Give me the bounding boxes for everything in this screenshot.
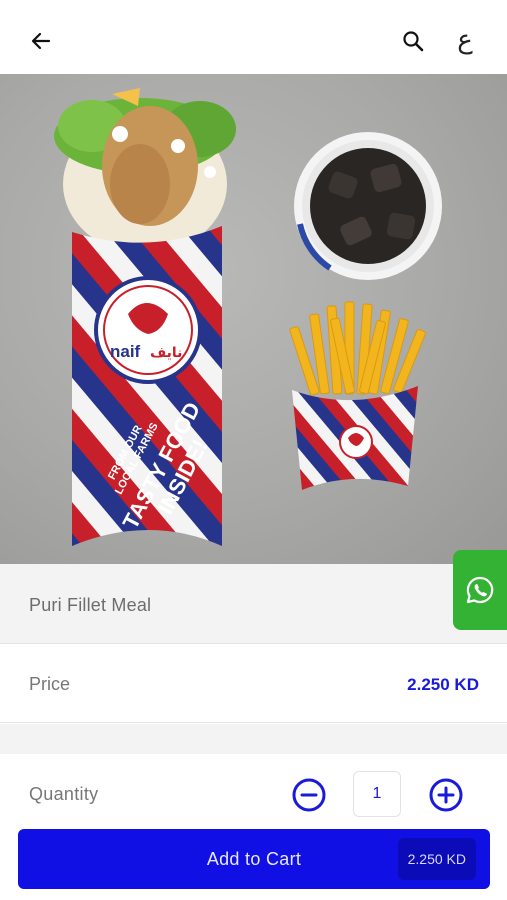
minus-circle-icon (292, 778, 326, 812)
plus-circle-icon (429, 778, 463, 812)
wrap-sleeve: naif نايف TASTY FOOD INSIDE! FROM OUR LO… (72, 226, 222, 546)
quantity-row: Quantity 1 (0, 754, 507, 834)
wrap-filling (54, 88, 236, 254)
language-toggle-button[interactable]: ع (446, 20, 484, 60)
add-to-cart-button[interactable]: Add to Cart 2.250 KD (18, 829, 490, 889)
product-name: Puri Fillet Meal (29, 595, 152, 615)
cart-total-badge: 2.250 KD (397, 838, 476, 880)
price-value: 2.250 KD (407, 675, 479, 694)
whatsapp-button[interactable] (453, 550, 507, 630)
quantity-label: Quantity (29, 784, 99, 804)
search-button[interactable] (394, 22, 432, 60)
back-button[interactable] (22, 22, 60, 60)
drink-cup (294, 132, 442, 280)
quantity-input[interactable]: 1 (353, 771, 401, 817)
whatsapp-icon (466, 576, 494, 604)
price-row: Price 2.250 KD (0, 645, 507, 723)
decrease-quantity-button[interactable] (290, 776, 328, 814)
svg-text:نايف: نايف (150, 345, 182, 361)
top-app-bar: ع (0, 0, 507, 74)
product-name-row: Puri Fillet Meal (0, 564, 507, 644)
arrow-left-icon (31, 32, 51, 50)
svg-text:naif: naif (110, 342, 141, 361)
increase-quantity-button[interactable] (427, 776, 465, 814)
section-divider (0, 724, 507, 754)
price-label: Price (29, 674, 71, 694)
fries-box (289, 301, 426, 490)
search-icon (403, 31, 424, 52)
product-image: naif نايف TASTY FOOD INSIDE! FROM OUR LO… (0, 74, 507, 564)
